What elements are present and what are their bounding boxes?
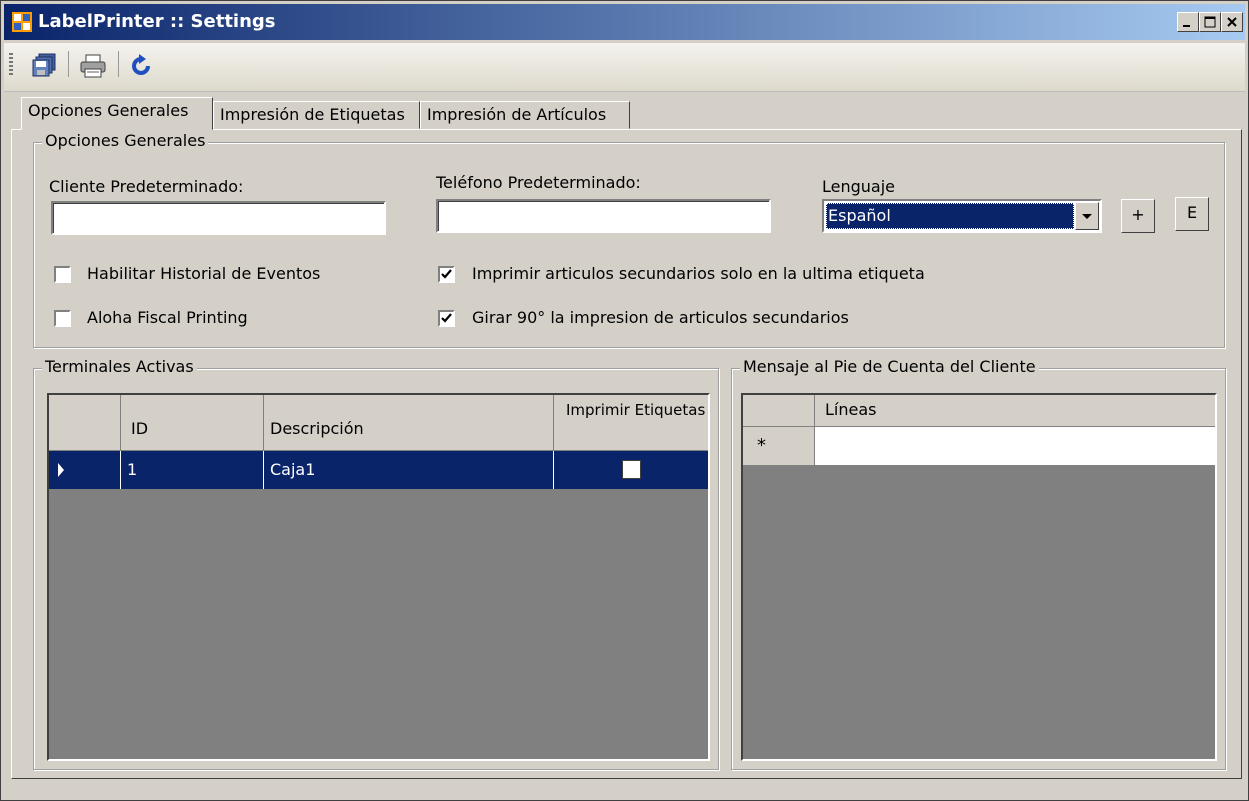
language-label: Lenguaje — [822, 177, 896, 196]
refresh-icon[interactable] — [126, 51, 156, 81]
checkmark-icon — [441, 313, 452, 323]
row-header-corner — [49, 395, 121, 451]
column-header-lineas[interactable]: Líneas — [815, 395, 1215, 427]
new-row-marker[interactable]: * — [743, 427, 815, 465]
tab-opciones-generales[interactable]: Opciones Generales — [21, 97, 213, 130]
settings-window: LabelPrinter :: Settings Opciones Genera… — [0, 0, 1249, 801]
maximize-icon — [1204, 16, 1216, 28]
print-secondary-last-label-text: Imprimir articulos secundarios solo en l… — [472, 264, 925, 283]
default-client-input[interactable] — [51, 201, 386, 235]
maximize-button[interactable] — [1199, 12, 1221, 32]
tab-panel-opciones-generales: Opciones Generales Cliente Predeterminad… — [11, 129, 1242, 779]
general-options-group: Opciones Generales Cliente Predeterminad… — [33, 131, 1225, 348]
toolbar-separator — [68, 51, 69, 77]
cell-id[interactable]: 1 — [121, 451, 264, 489]
terminals-grid[interactable]: ID Descripción Imprimir Etiquetas 1 Caja… — [47, 393, 710, 761]
active-terminals-group: Terminales Activas ID Descripción Imprim… — [33, 357, 719, 770]
dropdown-button[interactable] — [1075, 202, 1099, 230]
toolbar — [4, 43, 1245, 92]
title-bar[interactable]: LabelPrinter :: Settings — [4, 4, 1245, 40]
column-header-descripcion[interactable]: Descripción — [264, 395, 554, 451]
default-client-label: Cliente Predeterminado: — [49, 177, 244, 196]
tab-label: Impresión de Etiquetas — [220, 105, 405, 124]
checkmark-icon — [441, 269, 452, 279]
aloha-fiscal-printing-checkbox[interactable] — [54, 310, 71, 327]
column-header-id[interactable]: ID — [121, 395, 264, 451]
language-selected-value: Español — [826, 203, 1074, 229]
row-header[interactable] — [49, 451, 121, 489]
close-icon — [1227, 17, 1237, 27]
row-header-corner — [743, 395, 815, 427]
new-row-cell[interactable] — [815, 427, 1215, 465]
rotate-secondary-label: Girar 90° la impresion de articulos secu… — [472, 308, 849, 327]
footer-message-grid[interactable]: Líneas * — [741, 393, 1217, 761]
footer-message-group: Mensaje al Pie de Cuenta del Cliente Lín… — [731, 357, 1226, 770]
chevron-down-icon — [1082, 214, 1092, 219]
current-row-arrow-icon — [58, 463, 64, 477]
group-title: Mensaje al Pie de Cuenta del Cliente — [740, 357, 1039, 376]
edit-language-button[interactable]: E — [1175, 197, 1209, 231]
toolbar-grip[interactable] — [9, 53, 13, 77]
default-phone-label: Teléfono Predeterminado: — [436, 173, 641, 192]
minimize-button[interactable] — [1177, 12, 1199, 32]
language-select[interactable]: Español — [822, 199, 1102, 233]
tab-impresion-articulos[interactable]: Impresión de Artículos — [420, 101, 630, 129]
toolbar-separator — [118, 51, 119, 77]
save-icon[interactable] — [30, 51, 60, 81]
group-title: Opciones Generales — [42, 131, 209, 150]
window-title: LabelPrinter :: Settings — [38, 11, 276, 32]
tab-label: Impresión de Artículos — [427, 105, 607, 124]
column-header-imprimir-etiquetas[interactable]: Imprimir Etiquetas — [554, 395, 708, 451]
rotate-secondary-checkbox[interactable] — [438, 310, 455, 327]
add-language-button[interactable]: + — [1121, 199, 1155, 233]
tab-label: Opciones Generales — [28, 101, 189, 120]
enable-event-history-checkbox[interactable] — [54, 266, 71, 283]
close-button[interactable] — [1221, 12, 1243, 32]
minimize-icon — [1183, 25, 1190, 27]
imprimir-checkbox[interactable] — [622, 460, 641, 479]
cell-descripcion[interactable]: Caja1 — [264, 451, 554, 489]
tab-impresion-etiquetas[interactable]: Impresión de Etiquetas — [213, 101, 420, 129]
print-icon[interactable] — [78, 51, 108, 81]
enable-event-history-label: Habilitar Historial de Eventos — [87, 264, 321, 283]
print-secondary-last-label-checkbox[interactable] — [438, 266, 455, 283]
app-icon — [12, 12, 32, 32]
group-title: Terminales Activas — [42, 357, 197, 376]
aloha-fiscal-printing-label: Aloha Fiscal Printing — [87, 308, 248, 327]
cell-imprimir[interactable] — [554, 451, 708, 489]
default-phone-input[interactable] — [436, 199, 771, 233]
